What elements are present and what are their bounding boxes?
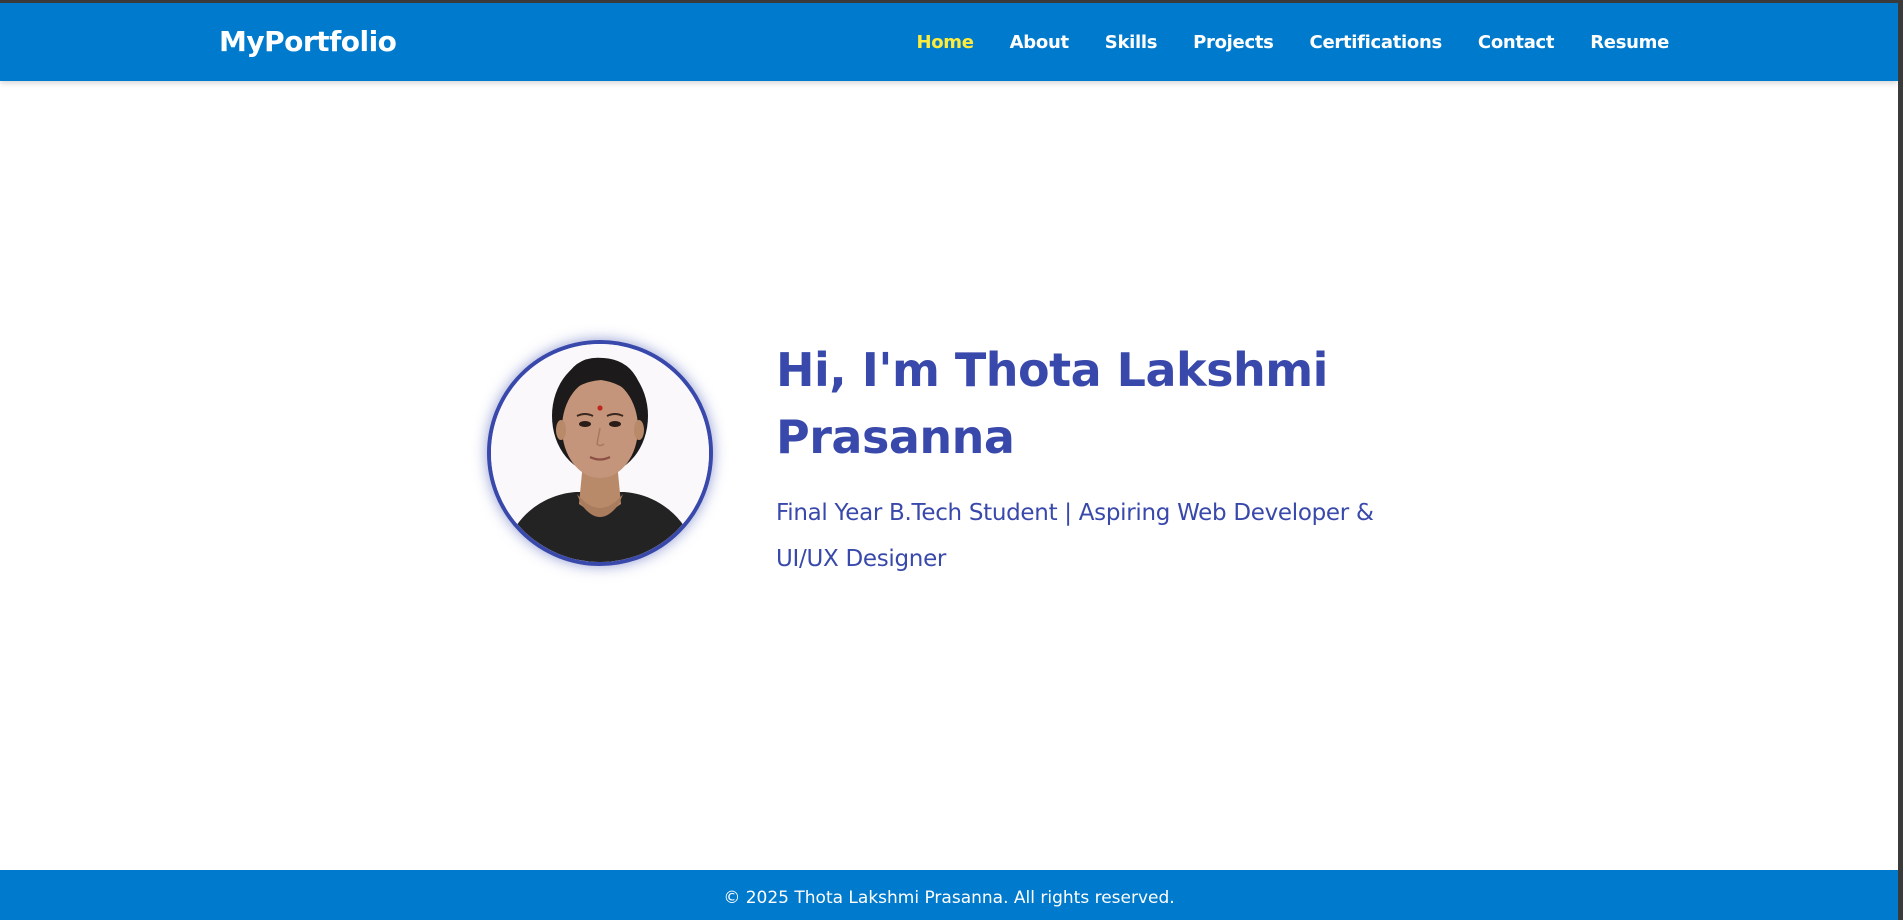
nav-link-contact[interactable]: Contact bbox=[1478, 32, 1555, 53]
footer-copyright: © 2025 Thota Lakshmi Prasanna. All right… bbox=[723, 888, 1175, 908]
navbar: MyPortfolio Home About Skills Projects C… bbox=[0, 3, 1898, 81]
footer: © 2025 Thota Lakshmi Prasanna. All right… bbox=[0, 870, 1898, 920]
profile-photo-image bbox=[491, 344, 709, 562]
hero-section: Hi, I'm Thota Lakshmi Prasanna Final Yea… bbox=[487, 337, 1387, 577]
nav-link-certifications[interactable]: Certifications bbox=[1310, 32, 1443, 53]
hero-subtitle: Final Year B.Tech Student | Aspiring Web… bbox=[776, 500, 1374, 572]
profile-photo bbox=[487, 340, 713, 566]
page: MyPortfolio Home About Skills Projects C… bbox=[0, 3, 1898, 920]
brand-logo[interactable]: MyPortfolio bbox=[219, 3, 397, 81]
nav-link-projects[interactable]: Projects bbox=[1193, 32, 1274, 53]
nav-link-home[interactable]: Home bbox=[916, 32, 974, 53]
window-edge bbox=[1898, 3, 1903, 920]
nav-link-resume[interactable]: Resume bbox=[1590, 32, 1669, 53]
nav-link-skills[interactable]: Skills bbox=[1105, 32, 1158, 53]
nav-link-about[interactable]: About bbox=[1010, 32, 1069, 53]
nav-links: Home About Skills Projects Certification… bbox=[916, 3, 1669, 81]
hero-title: Hi, I'm Thota Lakshmi Prasanna bbox=[776, 343, 1328, 464]
